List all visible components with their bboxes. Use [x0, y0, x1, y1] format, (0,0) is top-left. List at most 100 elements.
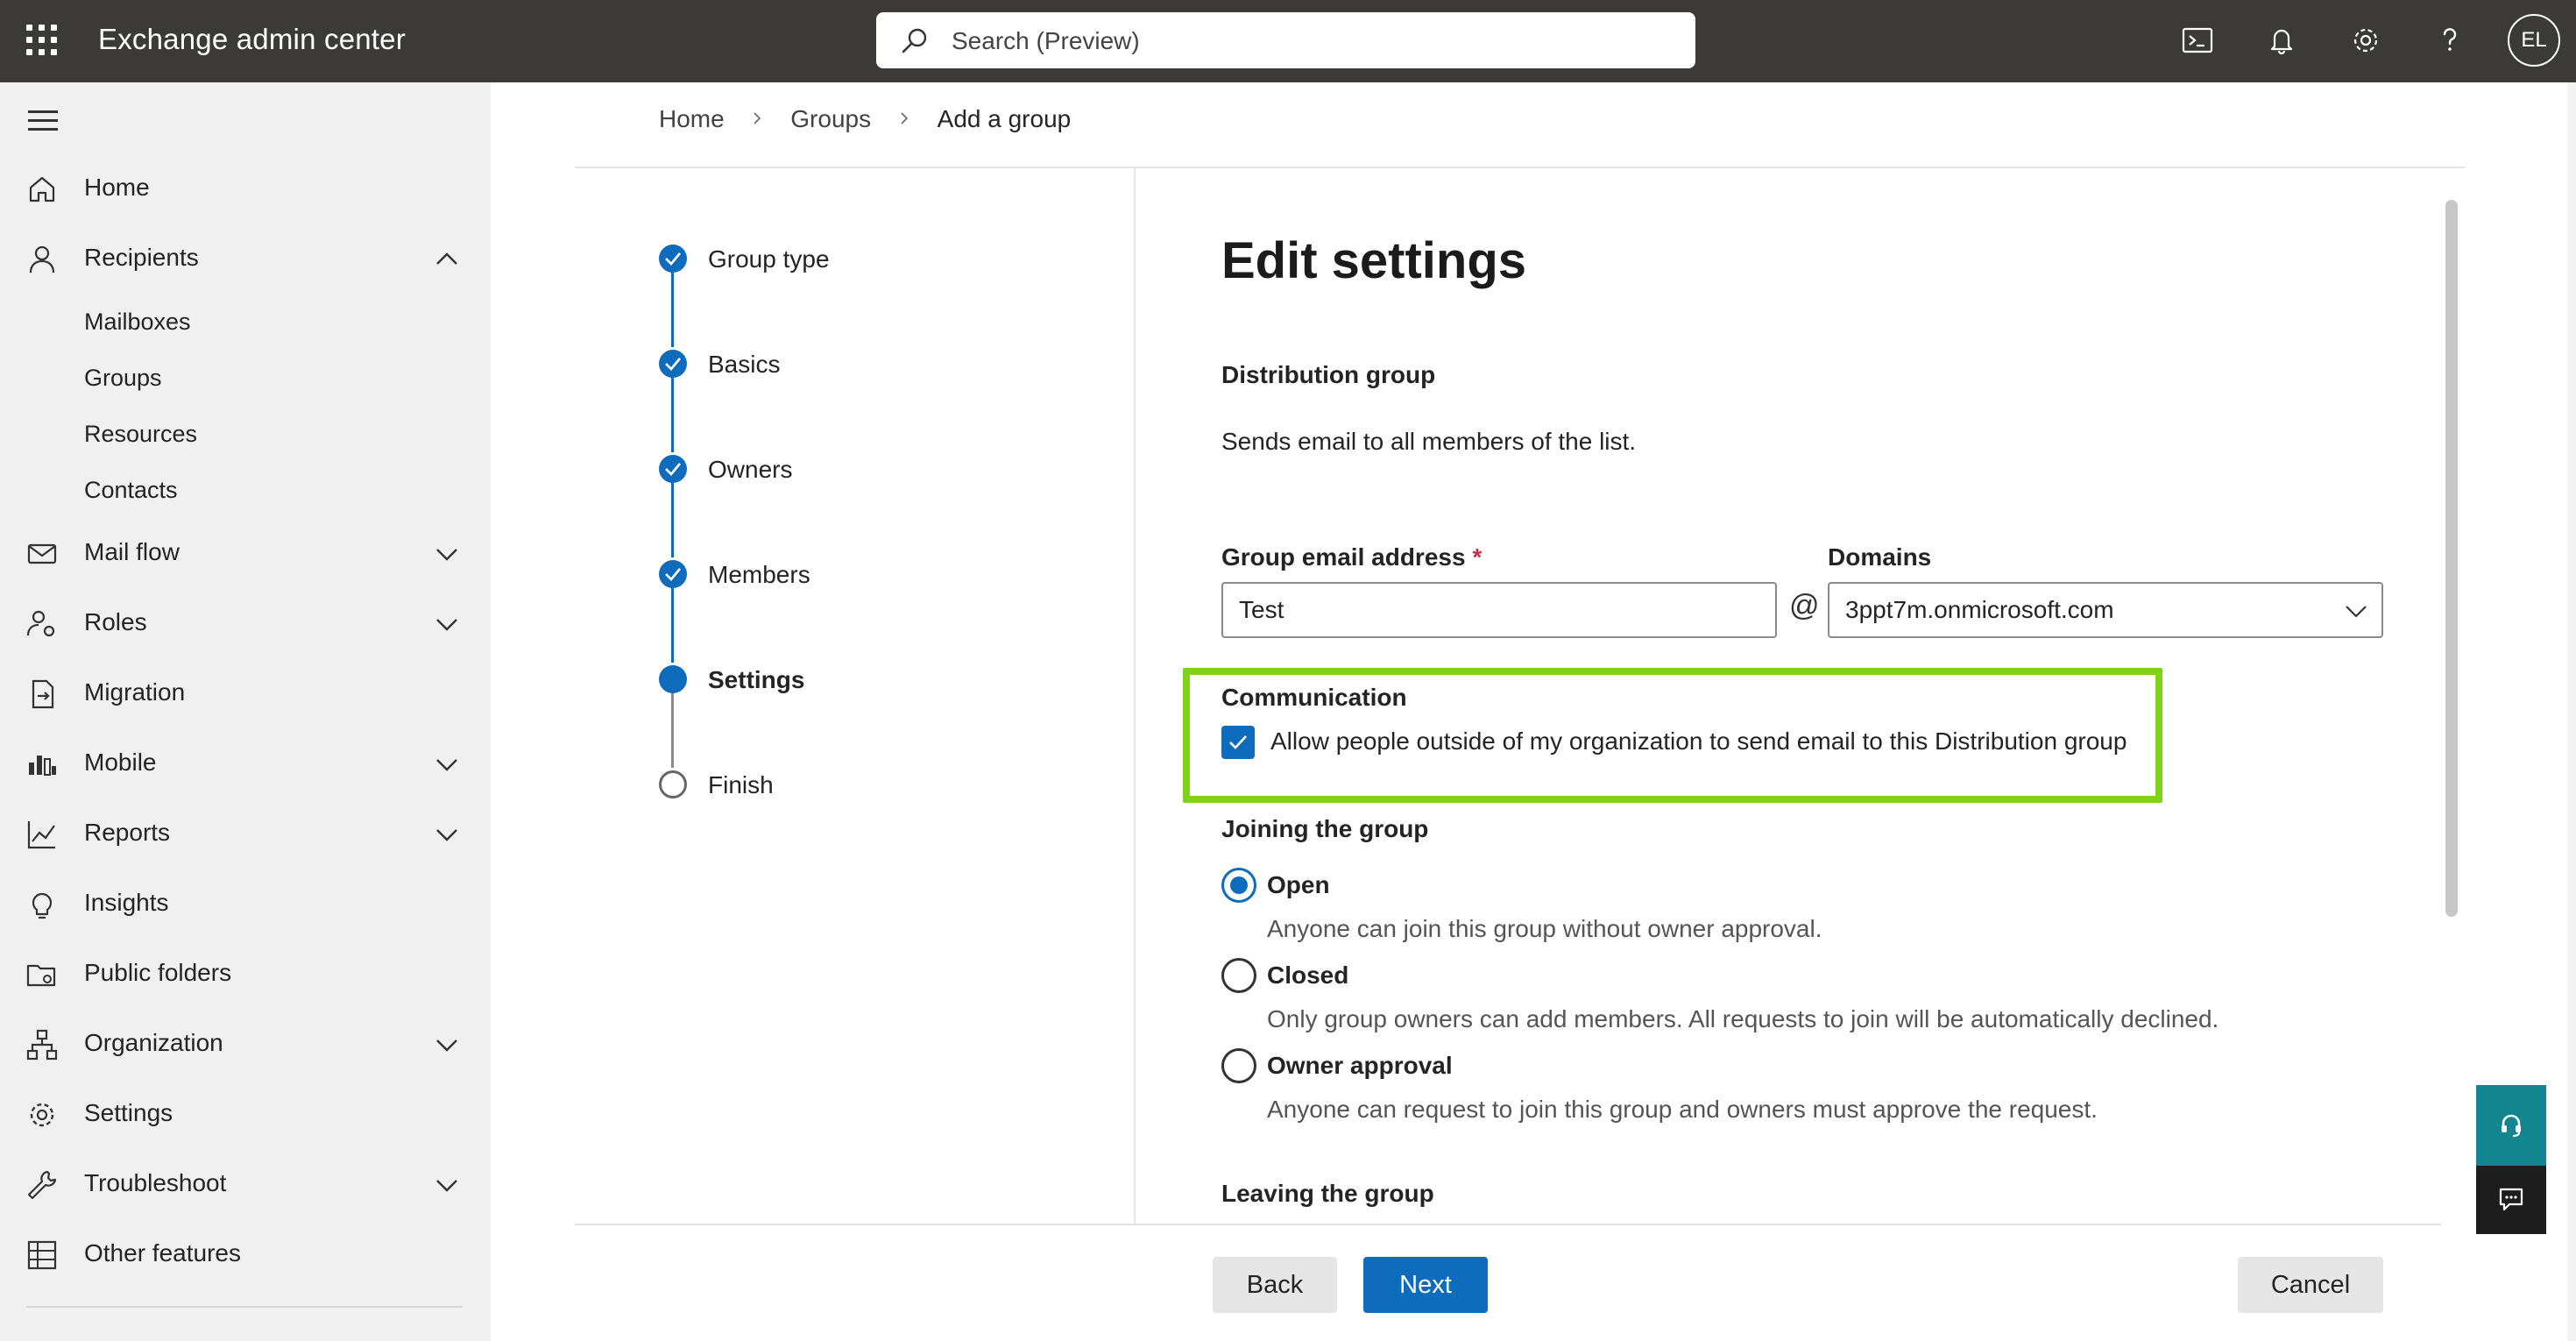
sidebar-item-public-folders[interactable]: Public folders — [0, 943, 491, 1003]
feedback-button[interactable] — [2476, 1166, 2546, 1234]
domains-dropdown[interactable]: 3ppt7m.onmicrosoft.com — [1828, 582, 2383, 638]
chart-icon — [27, 821, 55, 849]
sidebar-item-mail-flow[interactable]: Mail flow — [0, 522, 491, 582]
communication-checkbox[interactable] — [1221, 726, 1255, 759]
pending-step-dot — [659, 770, 687, 798]
step-connector — [671, 587, 674, 663]
group-type-title: Distribution group — [1221, 361, 1436, 388]
radio-open[interactable] — [1221, 868, 1256, 903]
at-sign: @ — [1789, 589, 1820, 622]
sidebar-item-insights[interactable]: Insights — [0, 873, 491, 933]
back-button[interactable]: Back — [1213, 1257, 1337, 1313]
help-icon[interactable] — [2429, 19, 2471, 61]
breadcrumb-home[interactable]: Home — [659, 105, 725, 133]
sidebar-subitem-mailboxes[interactable]: Mailboxes — [84, 309, 191, 336]
migration-icon — [32, 679, 54, 709]
sidebar-item-troubleshoot[interactable]: Troubleshoot — [0, 1153, 491, 1213]
chevron-down-icon[interactable] — [433, 1171, 461, 1199]
step-connector — [671, 692, 674, 768]
terminal-icon[interactable] — [2176, 19, 2219, 61]
breadcrumb-groups[interactable]: Groups — [790, 105, 871, 133]
email-label-text: Group email address — [1221, 543, 1466, 571]
chevron-up-icon[interactable] — [433, 245, 461, 273]
email-field[interactable]: Test — [1221, 582, 1777, 638]
search-icon — [902, 28, 927, 53]
radio-closed-description: Only group owners can add members. All r… — [1267, 1005, 2219, 1032]
app-launcher-icon[interactable] — [25, 23, 60, 58]
search-box[interactable]: Search (Preview) — [876, 12, 1695, 68]
radio-owner-approval-label[interactable]: Owner approval — [1267, 1052, 1453, 1080]
check-circle-icon — [659, 455, 687, 483]
chevron-down-icon[interactable] — [433, 1031, 461, 1059]
sidebar-subitem-contacts[interactable]: Contacts — [84, 477, 178, 504]
sidebar-item-recipients[interactable]: Recipients — [0, 228, 491, 287]
group-type-description: Sends email to all members of the list. — [1221, 428, 1637, 455]
step-owners[interactable]: Owners — [708, 456, 792, 484]
chevron-right-icon — [754, 112, 761, 124]
chevron-right-icon — [901, 112, 909, 124]
grid-icon — [27, 1240, 57, 1270]
lightbulb-icon — [32, 892, 53, 919]
sidebar-item-settings[interactable]: Settings — [0, 1083, 491, 1143]
sidebar-item-label: Home — [84, 174, 150, 201]
sidebar-item-home[interactable]: Home — [0, 158, 491, 217]
joining-title: Joining the group — [1221, 815, 1429, 842]
sidebar-subitem-resources[interactable]: Resources — [84, 421, 197, 448]
chevron-down-icon[interactable] — [433, 540, 461, 568]
gear-icon — [30, 1103, 54, 1127]
gear-icon[interactable] — [2345, 19, 2387, 61]
mail-icon — [27, 543, 57, 564]
chevron-down-icon[interactable] — [433, 610, 461, 638]
sidebar-item-mobile[interactable]: Mobile — [0, 733, 491, 792]
radio-closed[interactable] — [1221, 958, 1256, 993]
radio-open-label[interactable]: Open — [1267, 871, 1330, 899]
communication-checkbox-label[interactable]: Allow people outside of my organization … — [1270, 727, 2127, 756]
checkmark-icon — [1229, 735, 1247, 749]
sidebar-item-label: Troubleshoot — [84, 1169, 227, 1196]
required-marker: * — [1472, 543, 1483, 571]
sidebar-item-organization[interactable]: Organization — [0, 1013, 491, 1073]
support-button[interactable] — [2476, 1085, 2546, 1166]
check-circle-icon — [659, 245, 687, 273]
sidebar-item-reports[interactable]: Reports — [0, 803, 491, 862]
chat-icon — [2499, 1188, 2523, 1211]
sidebar-item-migration[interactable]: Migration — [0, 663, 491, 722]
radio-open-description: Anyone can join this group without owner… — [1267, 915, 1822, 942]
search-input[interactable]: Search (Preview) — [952, 27, 1140, 55]
sidebar-item-label: Other features — [84, 1239, 241, 1266]
sidebar-item-label: Insights — [84, 889, 169, 916]
sidebar-item-label: Reports — [84, 819, 171, 846]
step-connector — [671, 377, 674, 452]
step-members[interactable]: Members — [708, 561, 810, 589]
sidebar-item-label: Settings — [84, 1099, 173, 1126]
sidebar-item-label: Organization — [84, 1029, 223, 1056]
cancel-button[interactable]: Cancel — [2238, 1257, 2383, 1313]
radio-closed-label[interactable]: Closed — [1267, 961, 1348, 990]
step-connector — [671, 272, 674, 347]
sidebar-item-roles[interactable]: Roles — [0, 592, 491, 652]
chevron-down-icon[interactable] — [433, 820, 461, 848]
bell-icon[interactable] — [2261, 19, 2303, 61]
app-title[interactable]: Exchange admin center — [98, 23, 406, 56]
radio-owner-approval[interactable] — [1221, 1048, 1256, 1083]
step-basics[interactable]: Basics — [708, 351, 780, 379]
home-icon — [29, 176, 55, 202]
sidebar-item-label: Recipients — [84, 244, 199, 271]
chevron-down-icon[interactable] — [433, 750, 461, 778]
step-settings: Settings — [708, 666, 805, 693]
sidebar-divider — [26, 1306, 463, 1308]
folder-icon — [26, 964, 56, 987]
wrench-icon — [27, 1170, 57, 1200]
scrollbar-thumb[interactable] — [2445, 200, 2458, 917]
sidebar-item-label: Public folders — [84, 959, 232, 986]
headset-icon — [2502, 1114, 2521, 1138]
avatar[interactable]: EL — [2508, 14, 2560, 67]
sidebar-subitem-groups[interactable]: Groups — [84, 365, 162, 392]
step-group-type[interactable]: Group type — [708, 245, 830, 273]
current-step-dot — [659, 665, 687, 693]
next-button[interactable]: Next — [1363, 1257, 1488, 1313]
sidebar-item-label: Migration — [84, 678, 186, 706]
divider — [1134, 168, 1136, 1225]
hamburger-icon[interactable] — [28, 110, 58, 131]
sidebar-item-other-features[interactable]: Other features — [0, 1224, 491, 1283]
